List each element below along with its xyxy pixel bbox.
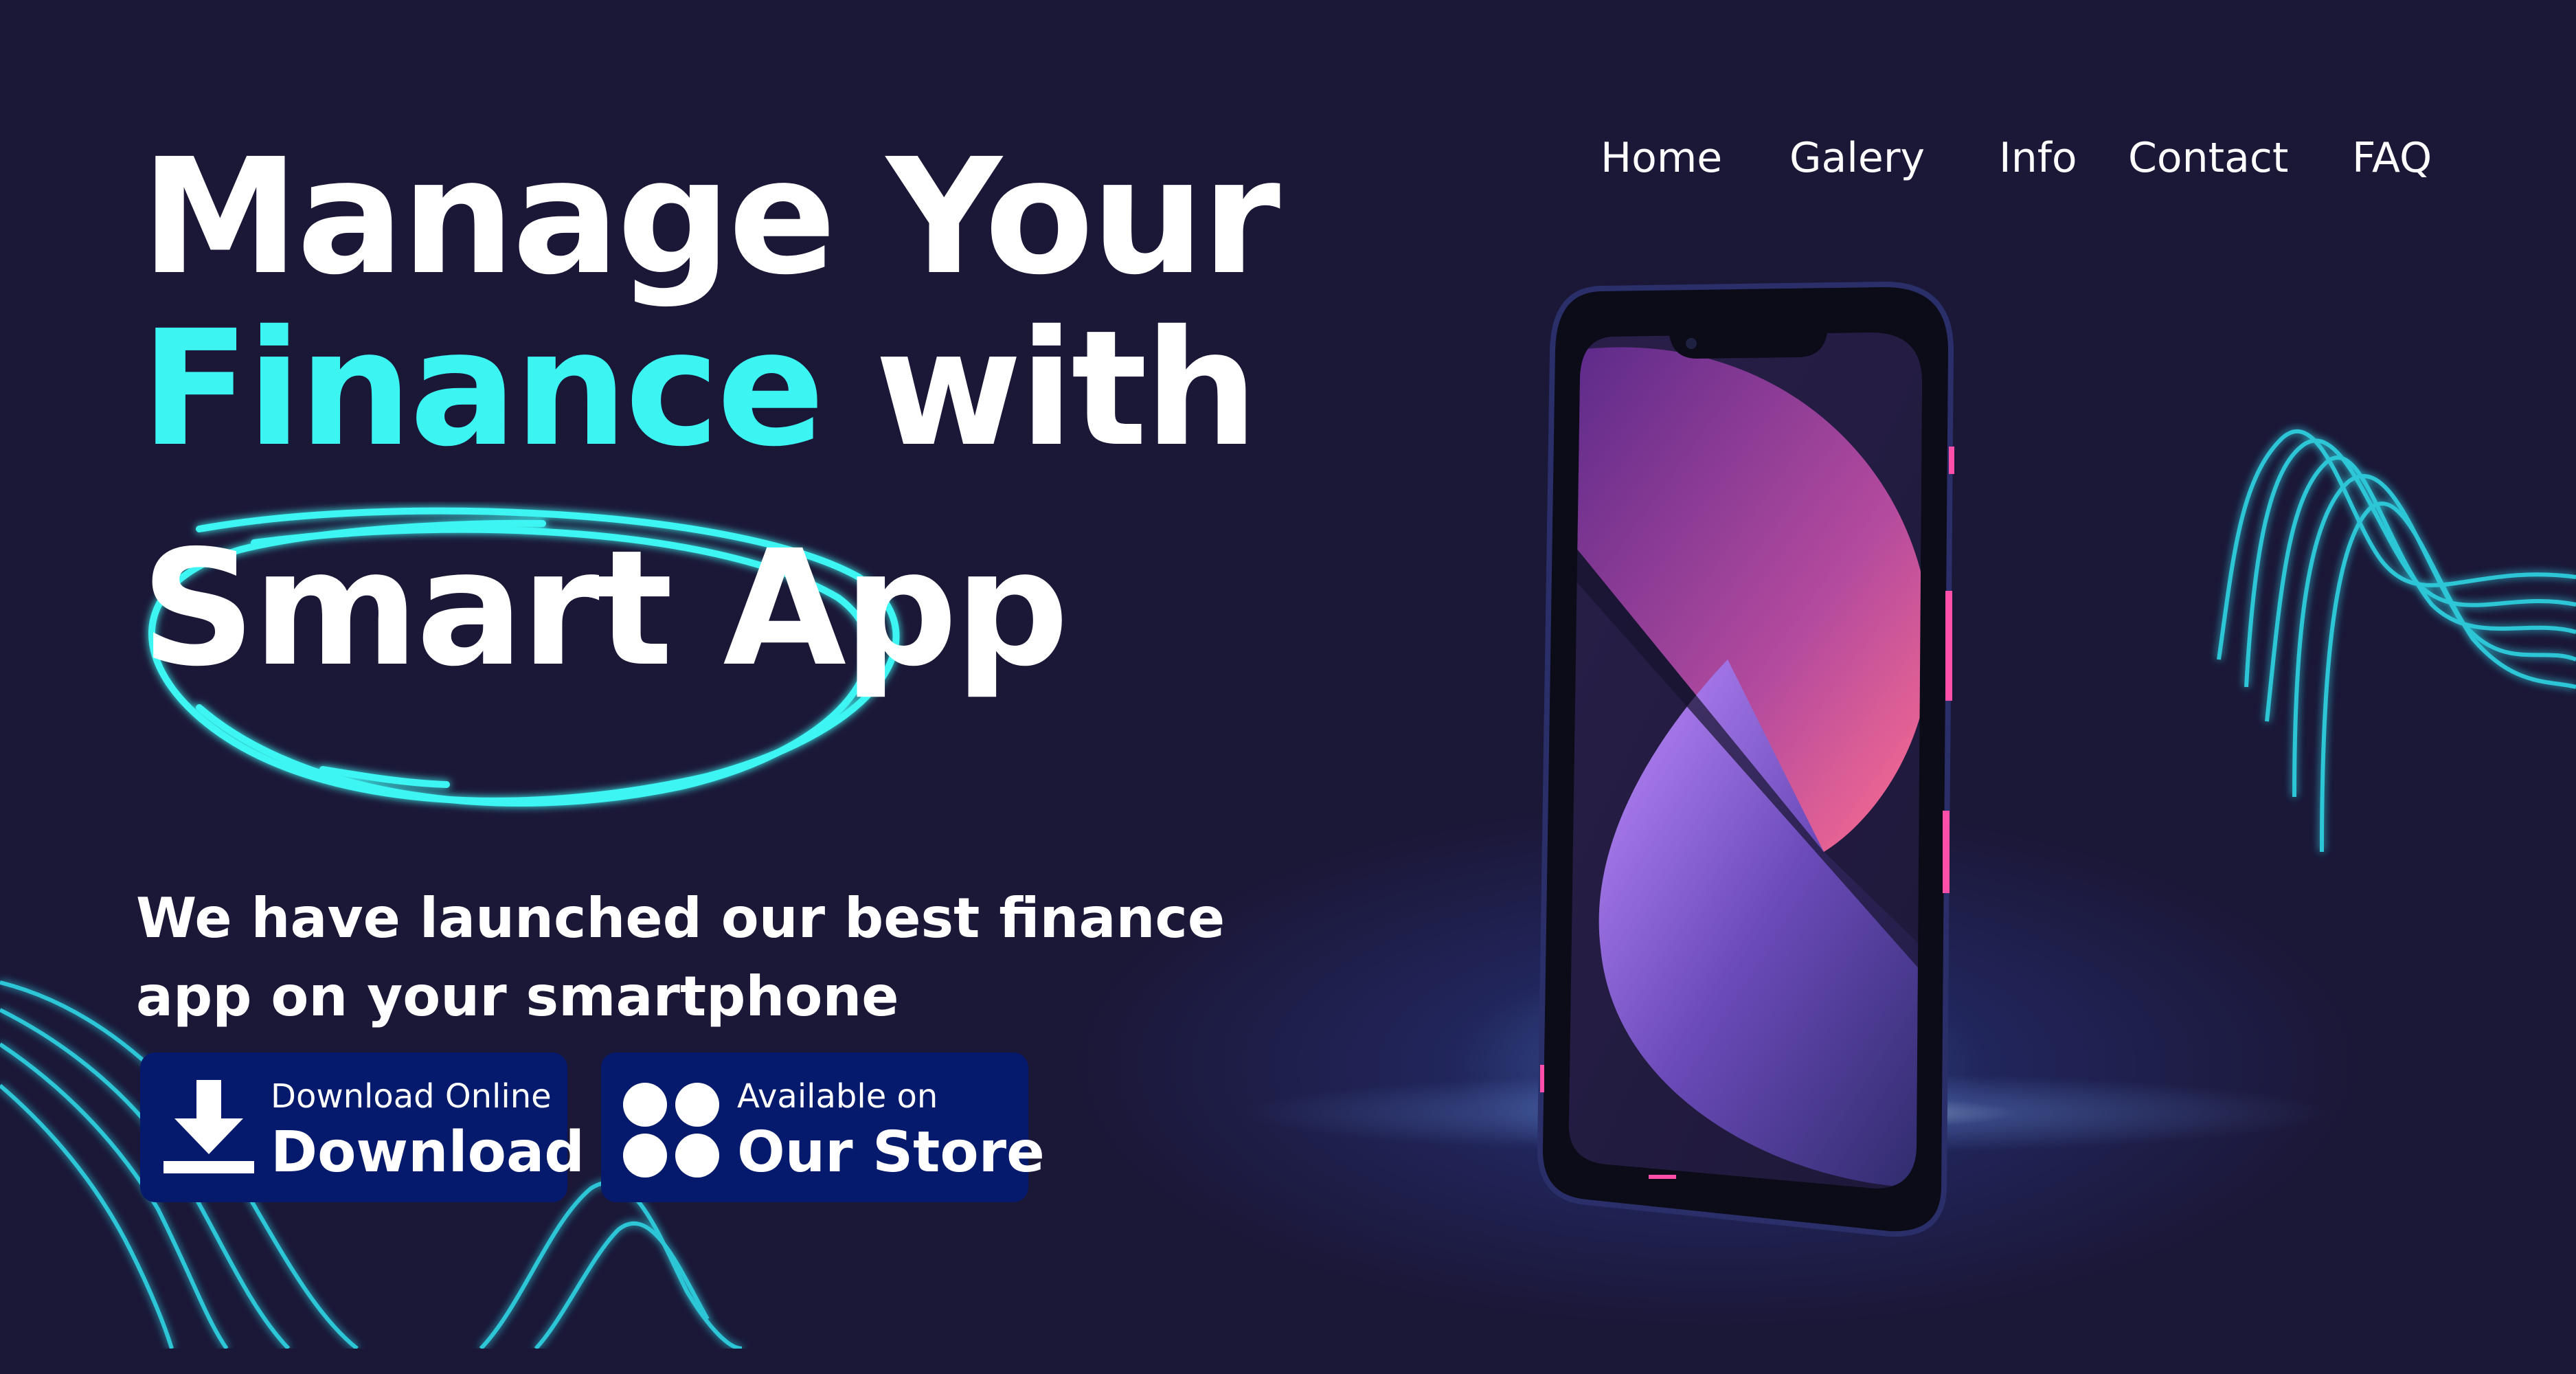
- smartphone-illustration: [1537, 281, 1954, 1237]
- download-button-label: Download: [271, 1120, 585, 1185]
- store-button-label: Our Store: [737, 1120, 1045, 1185]
- store-button[interactable]: Available on Our Store: [601, 1052, 1045, 1202]
- headline-line-3: Smart App: [141, 516, 1069, 701]
- nav-contact-link[interactable]: Contact: [2128, 134, 2288, 182]
- nav-home-link[interactable]: Home: [1601, 134, 1722, 182]
- store-button-caption: Available on: [737, 1077, 938, 1116]
- store-dots-icon: [623, 1083, 719, 1178]
- nav-info-link[interactable]: Info: [1999, 134, 2077, 182]
- subtitle-line-1: We have launched our best finance: [136, 886, 1225, 950]
- headline-accent-word: Finance: [141, 296, 825, 482]
- headline-line-2: Finance with: [141, 309, 1258, 469]
- headline-line-2-rest: with: [822, 296, 1258, 482]
- download-icon: [163, 1080, 254, 1173]
- download-button-caption: Download Online: [271, 1077, 552, 1116]
- nav-faq-link[interactable]: FAQ: [2352, 134, 2432, 182]
- subtitle-line-2: app on your smartphone: [136, 965, 899, 1028]
- nav-galery-link[interactable]: Galery: [1789, 134, 1925, 182]
- download-button[interactable]: Download Online Download: [140, 1052, 585, 1202]
- hero-subtitle: We have launched our best finance app on…: [136, 879, 1235, 1036]
- headline-line-1: Manage Your: [141, 124, 1280, 310]
